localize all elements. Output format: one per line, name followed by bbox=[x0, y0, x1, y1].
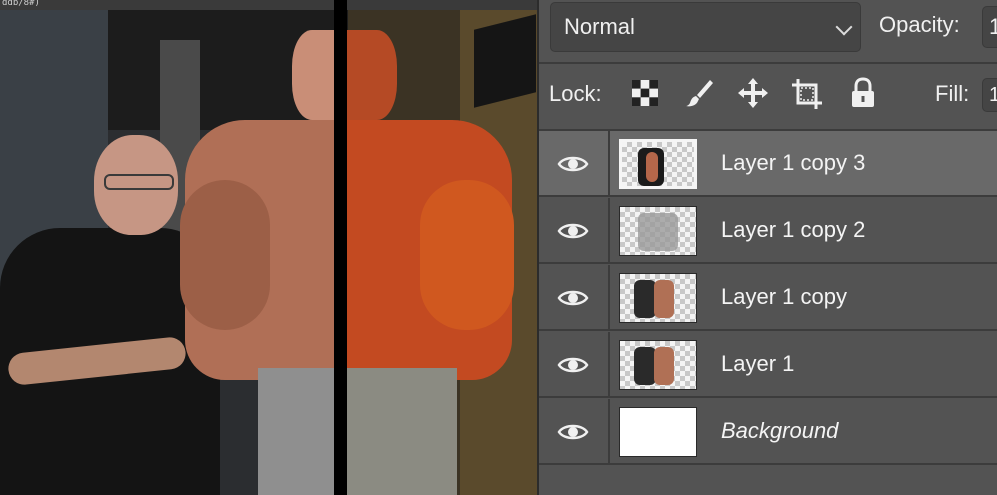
lock-all-icon[interactable] bbox=[847, 76, 879, 110]
thumbnail-figure bbox=[634, 347, 656, 385]
photo-bodybuilder-head-right bbox=[347, 30, 397, 120]
photo-pants-right bbox=[347, 368, 457, 495]
fill-label: Fill: bbox=[935, 81, 970, 106]
eye-icon[interactable] bbox=[557, 420, 589, 444]
layer-name[interactable]: Layer 1 copy bbox=[721, 284, 847, 310]
row-separator bbox=[608, 332, 610, 398]
thumbnail-figure bbox=[654, 280, 674, 318]
lock-position-icon[interactable] bbox=[737, 76, 769, 110]
eye-icon[interactable] bbox=[557, 286, 589, 310]
canvas-top-strip: ddb/8#) bbox=[0, 0, 537, 10]
row-separator bbox=[608, 265, 610, 331]
layer-thumbnail[interactable] bbox=[619, 139, 697, 189]
lock-artboard-icon[interactable] bbox=[791, 76, 823, 110]
layer-name[interactable]: Layer 1 bbox=[721, 351, 794, 377]
layer-name[interactable]: Layer 1 copy 2 bbox=[721, 217, 865, 243]
blend-mode-value: Normal bbox=[564, 14, 635, 39]
layers-panel: Normal Opacity: 1 Lock: Fill: 1 Layer 1 … bbox=[537, 0, 997, 495]
eye-icon[interactable] bbox=[557, 152, 589, 176]
photo-right-panel bbox=[474, 14, 536, 108]
layer-thumbnail[interactable] bbox=[619, 407, 697, 457]
row-separator bbox=[608, 399, 610, 465]
layer-name[interactable]: Layer 1 copy 3 bbox=[721, 150, 865, 176]
layer-thumbnail[interactable] bbox=[619, 340, 697, 390]
photo-pants-left bbox=[258, 368, 334, 495]
document-canvas[interactable]: ddb/8#) bbox=[0, 0, 537, 495]
blend-mode-select[interactable]: Normal bbox=[550, 2, 861, 52]
layer-row[interactable]: Layer 1 copy 2 bbox=[539, 198, 997, 264]
layer-thumbnail[interactable] bbox=[619, 206, 697, 256]
layer-name[interactable]: Background bbox=[721, 418, 838, 444]
fill-input[interactable]: 1 bbox=[982, 78, 997, 112]
eye-icon[interactable] bbox=[557, 353, 589, 377]
canvas-top-strip-text: ddb/8#) bbox=[2, 0, 40, 8]
photo-bodybuilder-arm-left bbox=[180, 180, 270, 330]
opacity-label: Opacity: bbox=[879, 12, 960, 37]
lock-label: Lock: bbox=[549, 81, 602, 106]
split-divider bbox=[334, 0, 347, 495]
lock-transparent-pixels-icon[interactable] bbox=[629, 76, 661, 110]
row-separator bbox=[608, 198, 610, 264]
thumbnail-figure bbox=[634, 280, 656, 318]
layer-row[interactable]: Background bbox=[539, 399, 997, 465]
chevron-down-icon bbox=[835, 18, 853, 36]
photo-man-glasses bbox=[104, 174, 174, 190]
thumbnail-figure bbox=[654, 347, 674, 385]
opacity-input[interactable]: 1 bbox=[982, 6, 997, 48]
eye-icon[interactable] bbox=[557, 219, 589, 243]
lock-image-pixels-icon[interactable] bbox=[683, 76, 715, 110]
photo-bodybuilder-arm-right bbox=[420, 180, 514, 330]
panel-divider bbox=[539, 62, 997, 64]
row-separator bbox=[608, 131, 610, 197]
thumbnail-figure bbox=[646, 152, 658, 182]
layer-row[interactable]: Layer 1 copy bbox=[539, 265, 997, 331]
layer-row[interactable]: Layer 1 bbox=[539, 332, 997, 398]
layer-thumbnail[interactable] bbox=[619, 273, 697, 323]
thumbnail-figure bbox=[638, 213, 678, 251]
layer-row[interactable]: Layer 1 copy 3 bbox=[539, 131, 997, 197]
